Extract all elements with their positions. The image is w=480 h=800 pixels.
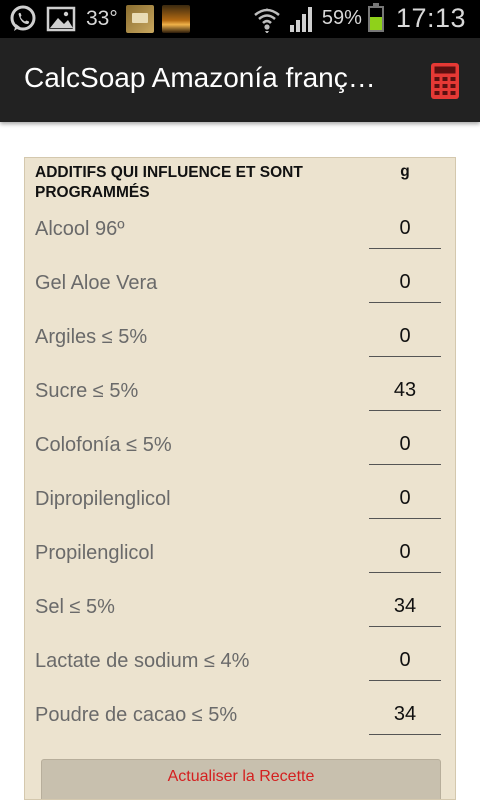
wifi-icon <box>252 5 282 33</box>
additive-quantity-input[interactable] <box>369 694 441 735</box>
additive-label: Gel Aloe Vera <box>35 272 158 294</box>
additive-label: Colofonía ≤ 5% <box>35 434 172 456</box>
additive-label: Lactate de sodium ≤ 4% <box>35 650 250 672</box>
signal-icon <box>288 5 316 33</box>
additive-quantity-input[interactable] <box>369 424 441 465</box>
notification-icons: 33° <box>8 4 190 34</box>
gallery-icon <box>46 5 76 33</box>
additive-label: Propilenglicol <box>35 542 154 564</box>
additive-label: Sel ≤ 5% <box>35 596 115 618</box>
additive-label: Argiles ≤ 5% <box>35 326 148 348</box>
additive-row-alcool: Alcool 96º <box>25 206 455 260</box>
calculator-button[interactable] <box>428 62 462 100</box>
additive-row-propilenglicol: Propilenglicol <box>25 530 455 584</box>
status-bar: 33° 59% 17:13 <box>0 0 480 38</box>
additive-row-lactate: Lactate de sodium ≤ 4% <box>25 638 455 692</box>
whatsapp-icon <box>8 4 38 34</box>
app-title: CalcSoap Amazonía franç… <box>24 62 376 93</box>
clock: 17:13 <box>395 3 466 33</box>
battery-percent: 59% <box>321 7 362 29</box>
additives-panel: ADDITIFS QUI INFLUENCE ET SONT PROGRAMMÉ… <box>24 157 456 800</box>
bible-app-icon <box>125 5 154 33</box>
system-icons: 59% 17:13 <box>252 2 466 34</box>
additive-quantity-input[interactable] <box>369 370 441 411</box>
additive-quantity-input[interactable] <box>369 586 441 627</box>
additive-quantity-input[interactable] <box>369 316 441 357</box>
action-bar: CalcSoap Amazonía franç… <box>0 38 480 122</box>
additive-row-aloe: Gel Aloe Vera <box>25 260 455 314</box>
temperature-text: 33° <box>86 7 118 30</box>
additive-label: Sucre ≤ 5% <box>35 380 139 402</box>
additive-row-sel: Sel ≤ 5% <box>25 584 455 638</box>
unit-header: g <box>400 163 410 180</box>
additive-label: Poudre de cacao ≤ 5% <box>35 704 238 726</box>
sunset-thumbnail-icon <box>161 5 190 33</box>
additive-label: Alcool 96º <box>35 218 125 240</box>
calculator-icon <box>431 63 459 99</box>
update-recipe-label: Actualiser la Recette <box>167 768 315 785</box>
additive-row-dipropilenglicol: Dipropilenglicol <box>25 476 455 530</box>
additive-label: Dipropilenglicol <box>35 488 171 510</box>
additive-row-colofonia: Colofonía ≤ 5% <box>25 422 455 476</box>
additive-row-sucre: Sucre ≤ 5% <box>25 368 455 422</box>
additive-quantity-input[interactable] <box>369 640 441 681</box>
additive-quantity-input[interactable] <box>369 532 441 573</box>
additive-quantity-input[interactable] <box>369 478 441 519</box>
additive-quantity-input[interactable] <box>369 262 441 303</box>
additives-header: ADDITIFS QUI INFLUENCE ET SONT PROGRAMMÉ… <box>35 164 303 201</box>
additive-quantity-input[interactable] <box>369 208 441 249</box>
additive-row-argiles: Argiles ≤ 5% <box>25 314 455 368</box>
battery-icon <box>367 2 384 32</box>
additive-row-cacao: Poudre de cacao ≤ 5% <box>25 692 455 746</box>
update-recipe-button[interactable]: Actualiser la Recette <box>41 759 441 799</box>
